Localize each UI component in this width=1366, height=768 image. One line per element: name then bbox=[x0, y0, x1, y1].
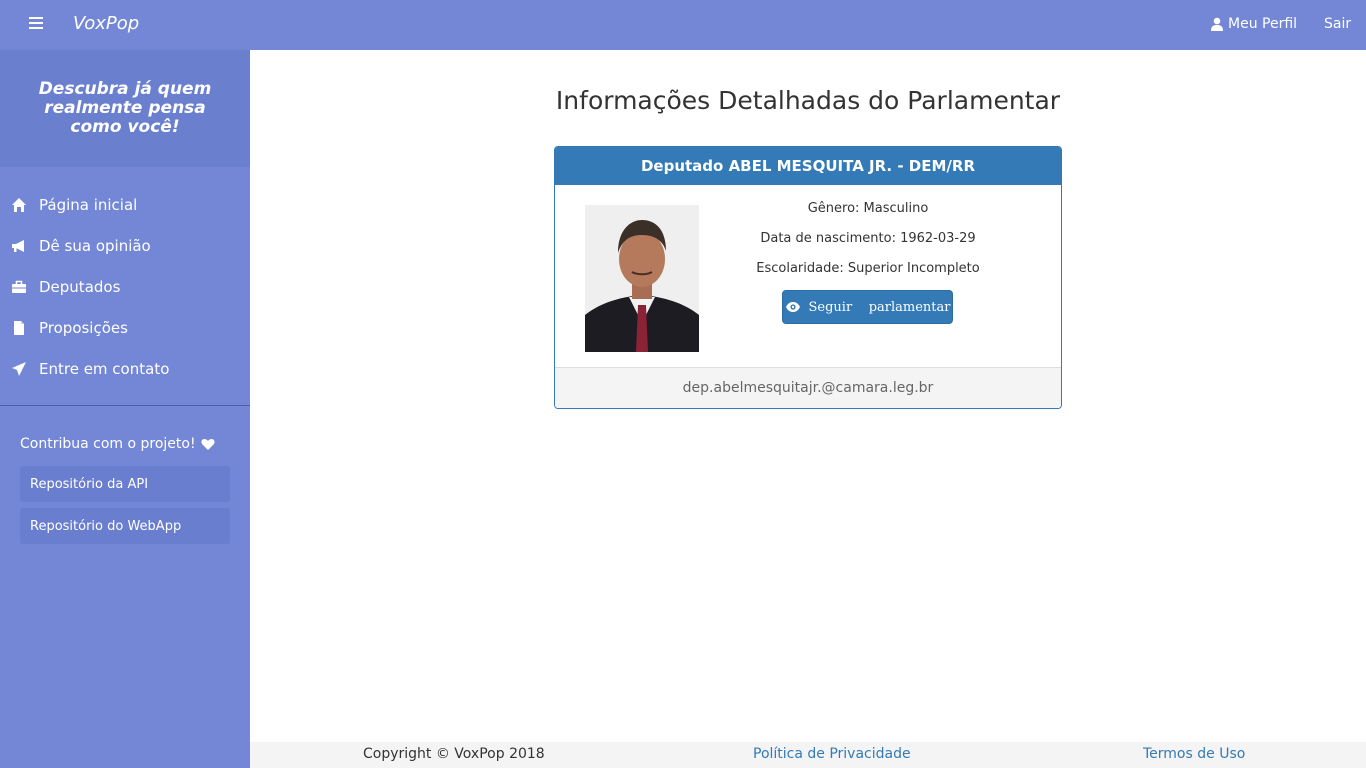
deputy-card-header: Deputado ABEL MESQUITA JR. - DEM/RR bbox=[555, 147, 1061, 185]
home-icon bbox=[10, 196, 28, 214]
terms-of-use-link[interactable]: Termos de Uso bbox=[1143, 746, 1245, 762]
brand-logo[interactable]: VoxPop bbox=[73, 13, 139, 34]
tagline: Descubra já quem realmente pensa como vo… bbox=[38, 79, 212, 137]
sidebar-item-contact[interactable]: Entre em contato bbox=[0, 348, 250, 389]
sidebar-item-label: Entre em contato bbox=[39, 359, 170, 378]
tagline-box: Descubra já quem realmente pensa como vo… bbox=[0, 50, 250, 167]
contribute-label: Contribua com o projeto! bbox=[20, 436, 250, 452]
sidebar-item-opinion[interactable]: Dê sua opinião bbox=[0, 225, 250, 266]
heart-icon bbox=[201, 438, 215, 450]
send-icon bbox=[10, 360, 28, 378]
follow-button-label: Seguir parlamentar bbox=[808, 299, 951, 315]
deputy-email: dep.abelmesquitajr.@camara.leg.br bbox=[555, 367, 1061, 408]
education-text: Escolaridade: Superior Incompleto bbox=[756, 261, 980, 276]
page-title: Informações Detalhadas do Parlamentar bbox=[555, 86, 1061, 115]
my-profile-link[interactable]: Meu Perfil bbox=[1210, 16, 1297, 32]
sidebar: Descubra já quem realmente pensa como vo… bbox=[0, 50, 250, 768]
hamburger-menu-icon[interactable] bbox=[24, 13, 48, 37]
user-icon bbox=[1211, 17, 1223, 31]
briefcase-icon bbox=[10, 278, 28, 296]
sidebar-item-home[interactable]: Página inicial bbox=[0, 184, 250, 225]
birthdate-text: Data de nascimento: 1962-03-29 bbox=[760, 231, 976, 246]
sidebar-item-label: Dê sua opinião bbox=[39, 236, 151, 255]
deputy-card: Deputado ABEL MESQUITA JR. - DEM/RR Gêne… bbox=[554, 146, 1062, 409]
follow-deputy-button[interactable]: Seguir parlamentar bbox=[782, 290, 953, 324]
copyright-text: Copyright © VoxPop 2018 bbox=[363, 746, 545, 762]
sidebar-item-propositions[interactable]: Proposições bbox=[0, 307, 250, 348]
sidebar-item-label: Deputados bbox=[39, 277, 121, 296]
eye-icon bbox=[785, 302, 800, 312]
logout-link[interactable]: Sair bbox=[1324, 16, 1351, 32]
sidebar-item-deputies[interactable]: Deputados bbox=[0, 266, 250, 307]
my-profile-label: Meu Perfil bbox=[1228, 16, 1298, 32]
deputy-info: Gênero: Masculino Data de nascimento: 19… bbox=[733, 199, 1003, 289]
megaphone-icon bbox=[10, 237, 28, 255]
file-icon bbox=[10, 319, 28, 337]
sidebar-divider bbox=[0, 405, 250, 406]
gender-text: Gênero: Masculino bbox=[807, 201, 929, 216]
sidebar-item-label: Página inicial bbox=[39, 195, 138, 214]
webapp-repo-button[interactable]: Repositório do WebApp bbox=[20, 508, 230, 544]
privacy-policy-link[interactable]: Política de Privacidade bbox=[753, 746, 911, 762]
top-navbar: VoxPop Meu Perfil Sair bbox=[0, 0, 1366, 50]
contribute-text: Contribua com o projeto! bbox=[20, 436, 196, 452]
api-repo-button[interactable]: Repositório da API bbox=[20, 466, 230, 502]
sidebar-nav: Página inicial Dê sua opinião Deputados … bbox=[0, 184, 250, 389]
sidebar-item-label: Proposições bbox=[39, 318, 128, 337]
deputy-photo bbox=[585, 205, 699, 352]
footer: Copyright © VoxPop 2018 Política de Priv… bbox=[250, 742, 1366, 768]
